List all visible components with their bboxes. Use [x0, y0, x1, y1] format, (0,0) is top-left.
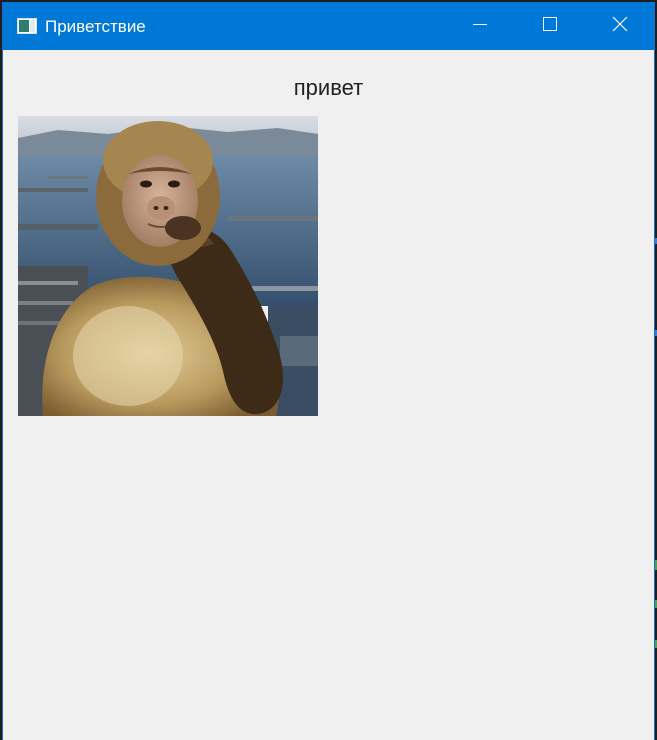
greeting-label: привет: [293, 75, 364, 100]
minimize-button[interactable]: [445, 2, 515, 50]
monkey-photo: [18, 116, 318, 416]
title-bar[interactable]: Приветствие: [3, 2, 654, 50]
close-button[interactable]: [585, 2, 655, 50]
maximize-icon: [542, 16, 558, 37]
app-window: Приветствие привет: [2, 2, 655, 740]
maximize-button[interactable]: [515, 2, 585, 50]
window-content: привет: [3, 50, 654, 740]
window-app-icon: [17, 18, 37, 34]
close-icon: [612, 16, 628, 37]
minimize-icon: [472, 16, 488, 37]
window-title: Приветствие: [45, 17, 146, 36]
